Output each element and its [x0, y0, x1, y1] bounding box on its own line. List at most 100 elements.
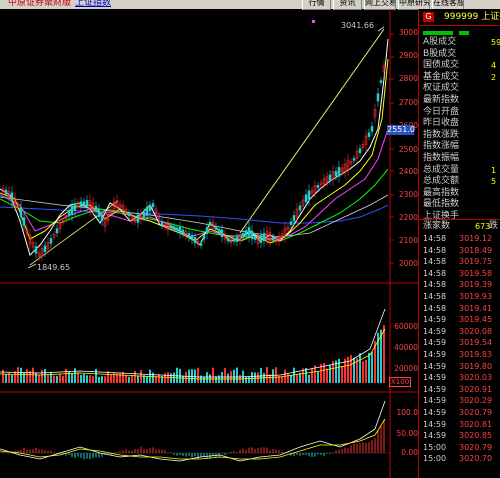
price-axis-label: 2000	[398, 259, 418, 268]
volume-bar	[5, 374, 7, 383]
macd-bar	[254, 448, 256, 453]
macd-bar	[245, 450, 247, 453]
indicator-label: 今日开盘	[423, 106, 460, 117]
tick-price: 3020.81	[459, 419, 493, 429]
candle-body	[247, 227, 251, 237]
macd-axis-label: 50.00	[396, 429, 418, 438]
security-header: G 999999 上证指	[419, 9, 500, 26]
macd-bar	[296, 453, 298, 455]
tick-price: 3019.80	[459, 361, 493, 371]
candle-body	[220, 229, 224, 238]
macd-bar	[233, 450, 235, 453]
macd-bar	[365, 443, 367, 453]
macd-bar	[134, 448, 136, 453]
macd-bar	[281, 451, 283, 453]
candle-body	[94, 206, 98, 212]
indicator-label: 昨日收盘	[423, 118, 460, 129]
candle-body	[148, 205, 152, 212]
macd-bar	[185, 453, 187, 457]
tick-price: 3019.83	[459, 350, 493, 359]
volume-bar	[146, 376, 148, 383]
macd-bar	[257, 448, 259, 453]
macd-bar	[5, 452, 7, 453]
candle-body	[358, 148, 362, 153]
tick-price: 3020.03	[459, 373, 493, 383]
candle-body	[208, 221, 212, 226]
volume-bar	[86, 375, 88, 383]
macd-bar	[77, 453, 79, 457]
macd-bar	[305, 453, 307, 455]
macd-bar	[86, 453, 88, 459]
volume-bar	[23, 372, 25, 383]
volume-bar	[56, 375, 58, 383]
broker-link[interactable]: 中原证券聚财版	[8, 0, 71, 9]
tick-time: 14:59	[423, 315, 447, 325]
volume-bar	[131, 375, 133, 383]
price-axis-label: 2500	[398, 145, 418, 154]
candle-body	[4, 189, 8, 195]
candle-body	[271, 236, 275, 241]
indicator-label: 总成交量	[423, 164, 460, 175]
volume-bar	[80, 374, 82, 383]
volume-bar	[170, 373, 172, 383]
macd-bar	[44, 449, 46, 453]
macd-axis-label: 100.0	[396, 408, 418, 417]
tick-price: 3020.91	[459, 384, 493, 394]
volume-bar	[92, 376, 94, 383]
volume-bar	[182, 375, 184, 383]
tick-time: 15:00	[423, 454, 447, 464]
macd-bar	[29, 449, 31, 453]
volume-bar	[290, 374, 292, 383]
candle-body	[328, 174, 332, 181]
volume-bar	[359, 353, 361, 383]
macd-bar	[323, 453, 325, 456]
macd-bar	[260, 447, 262, 453]
macd-bar	[35, 447, 37, 453]
tick-time: 14:58	[423, 292, 447, 301]
volume-bar	[47, 374, 49, 383]
macd-bar	[278, 449, 280, 453]
candle-body	[43, 245, 47, 252]
macd-bar	[173, 453, 175, 455]
indicator-label: 最低指数	[423, 199, 460, 210]
macd-bar	[191, 453, 193, 458]
stock-terminal-window: 中原证券聚财版 上证指数 行情 资讯 网上交易 中原研究 在线客服 3000 2…	[0, 0, 500, 478]
macd-bar	[26, 449, 28, 453]
macd-bar	[62, 453, 64, 454]
candle-body	[34, 246, 38, 254]
candle-body	[82, 201, 86, 206]
macd-bar	[266, 447, 268, 453]
indicator-label: B股成交	[423, 48, 457, 59]
candle-body	[127, 212, 131, 217]
macd-axis-label: 0.00	[401, 448, 418, 457]
index-link[interactable]: 上证指数	[75, 0, 111, 9]
macd-bar	[248, 447, 250, 453]
candle-body	[181, 229, 185, 234]
candle-body	[205, 227, 209, 234]
volume-axis-label: 60000	[394, 322, 418, 331]
candle-body	[178, 226, 182, 234]
volume-bar	[110, 374, 112, 383]
macd-bar	[179, 453, 181, 455]
volume-bar	[128, 376, 130, 383]
volume-bar	[59, 373, 61, 383]
volume-bar	[221, 372, 223, 383]
macd-bar	[107, 453, 109, 455]
candle-body	[145, 207, 149, 216]
volume-bar	[35, 372, 37, 383]
candle-body	[97, 209, 101, 218]
candle-body	[85, 199, 89, 207]
volume-bar	[383, 325, 385, 383]
volume-bar	[233, 369, 235, 383]
tick-time: 14:58	[423, 257, 447, 267]
price-axis-label: 2700	[398, 98, 418, 107]
macd-bar	[143, 449, 145, 453]
macd-bar	[47, 450, 49, 453]
macd-bar	[371, 440, 373, 453]
low-marker-leader	[27, 263, 37, 269]
macd-bar	[269, 450, 271, 453]
volume-bar	[311, 368, 313, 383]
candle-body	[10, 192, 14, 202]
macd-bar	[242, 448, 244, 453]
kline-chart[interactable]	[0, 9, 418, 478]
